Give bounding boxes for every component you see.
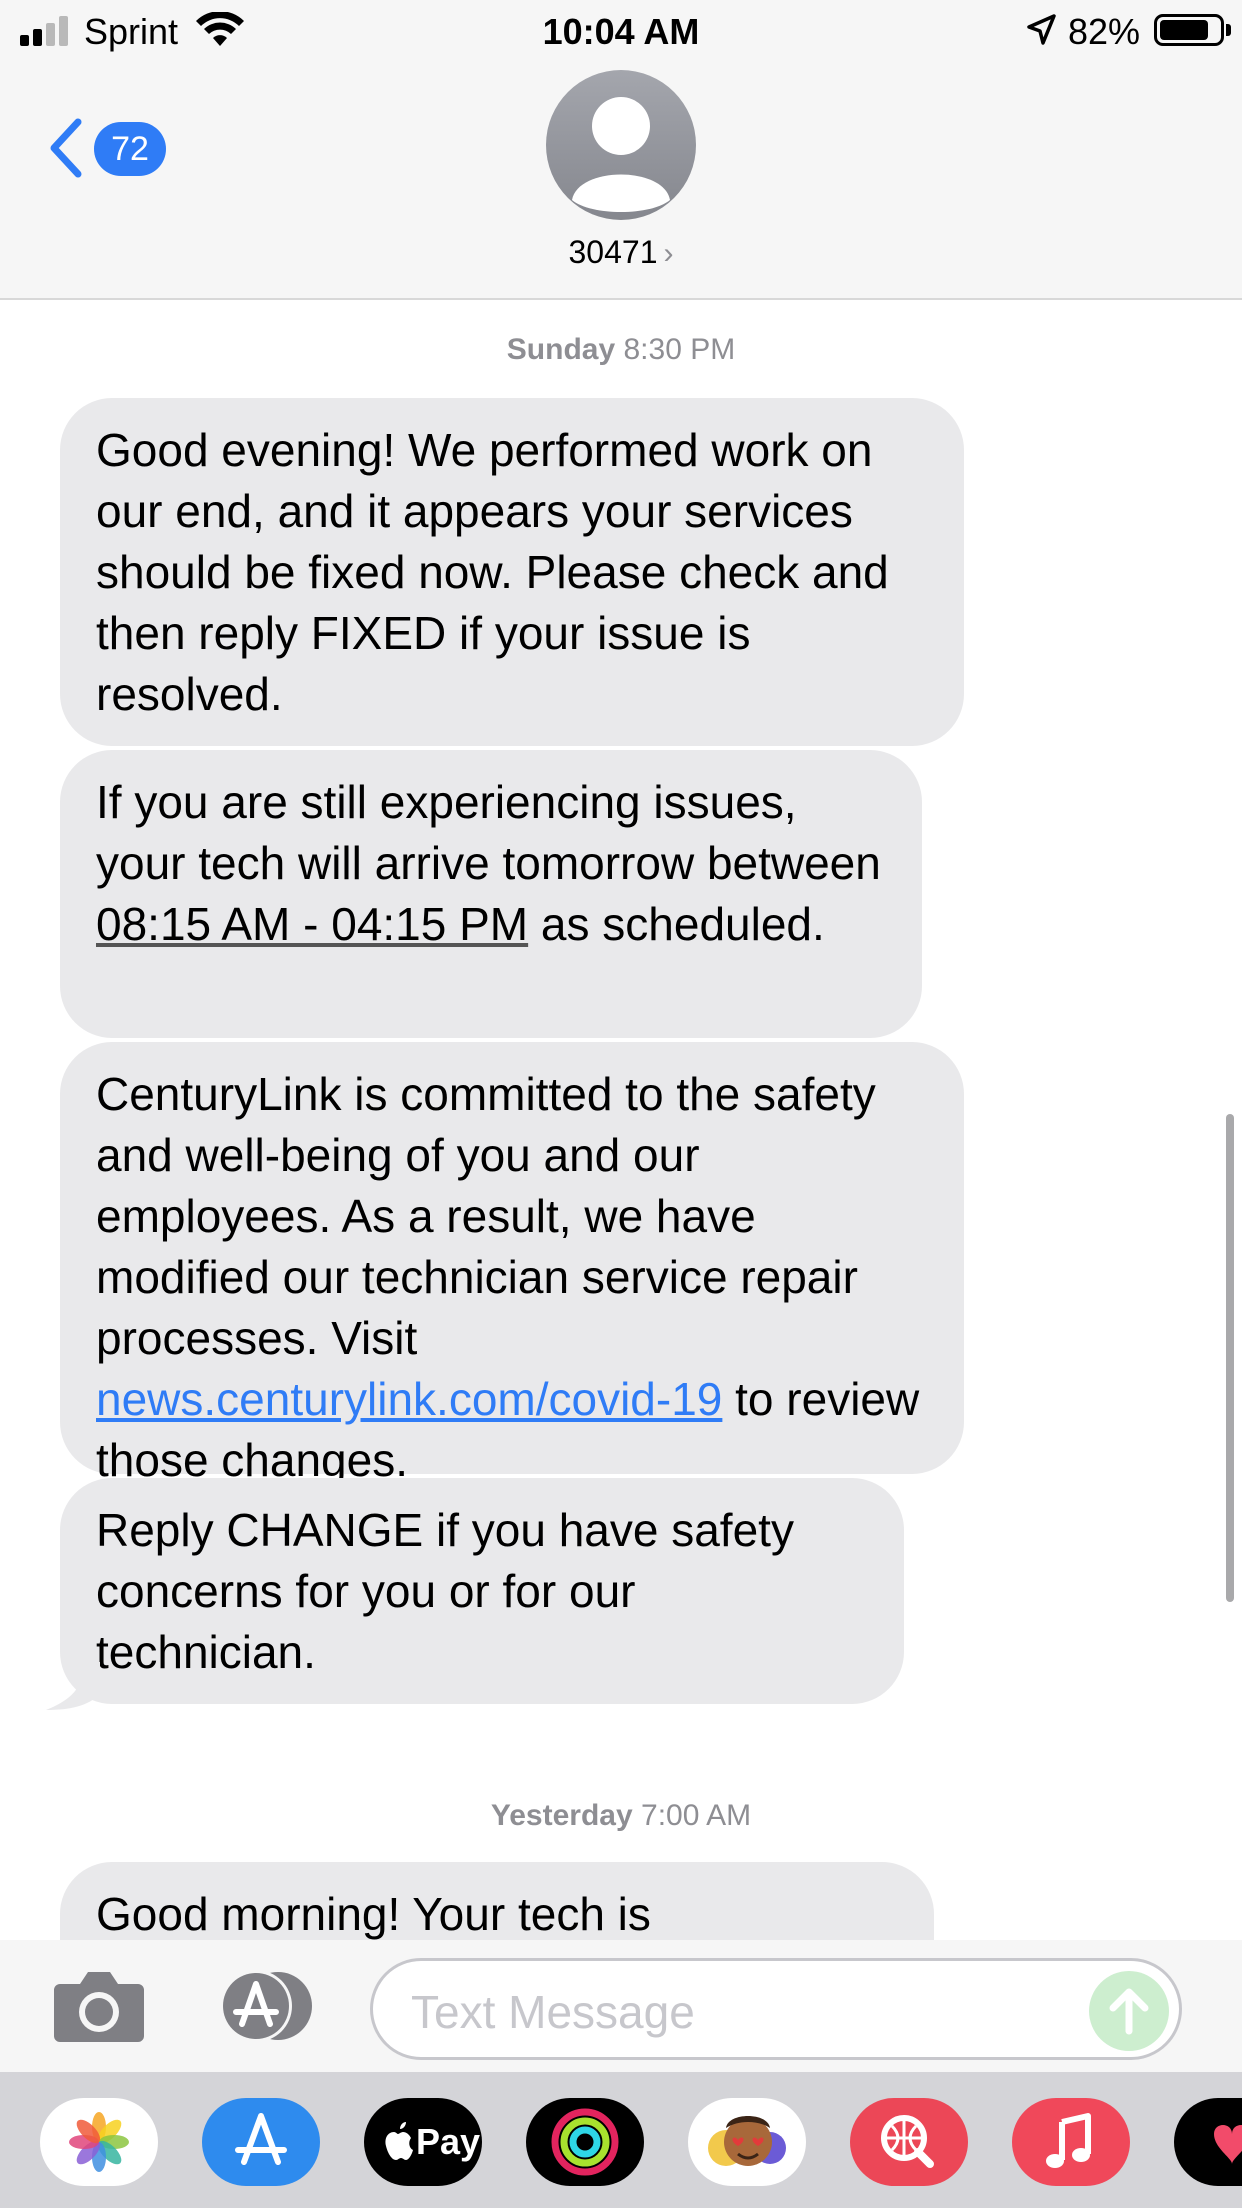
message-placeholder: Text Message — [411, 1986, 695, 2038]
photos-icon[interactable] — [40, 2098, 158, 2186]
battery-percent: 82% — [1068, 11, 1141, 52]
scrollbar[interactable] — [1226, 1114, 1234, 1602]
location-icon — [1027, 14, 1056, 45]
activity-icon[interactable] — [526, 2098, 644, 2186]
unread-count-badge: 72 — [94, 122, 166, 176]
apps-button[interactable] — [210, 1968, 320, 2044]
time-range-link[interactable]: 08:15 AM - 04:15 PM — [96, 898, 528, 950]
battery-icon — [1154, 14, 1224, 46]
message-bubble[interactable]: Good evening! We performed work on our e… — [60, 398, 964, 746]
message-bubble[interactable]: Good morning! Your tech is — [60, 1862, 934, 1940]
message-bubble[interactable]: If you are still experiencing issues, yo… — [60, 750, 922, 1038]
timestamp: Sunday 8:30 PM — [0, 330, 1242, 370]
message-input[interactable]: Text Message — [370, 1958, 1182, 2060]
camera-icon — [54, 1972, 144, 2042]
message-bubble[interactable]: Reply CHANGE if you have safety concerns… — [60, 1478, 904, 1704]
status-bar: Sprint 10:04 AM 82% — [0, 0, 1242, 62]
message-bubble[interactable]: CenturyLink is committed to the safety a… — [60, 1042, 964, 1486]
covid-link[interactable]: news.centurylink.com/covid-19 — [96, 1373, 722, 1425]
message-text: If you are still experiencing issues, yo… — [96, 776, 881, 889]
digital-touch-icon[interactable] — [1174, 2098, 1242, 2186]
conversation-header: 72 30471 › — [0, 62, 1242, 300]
person-avatar-icon[interactable] — [546, 70, 696, 220]
apple-pay-icon[interactable]: Pay — [364, 2098, 482, 2186]
timestamp-time: 7:00 AM — [641, 1799, 752, 1832]
timestamp-day: Sunday — [506, 333, 616, 366]
chevron-left-icon — [50, 118, 82, 178]
send-button[interactable] — [1089, 1971, 1169, 2051]
message-text: as scheduled. — [528, 898, 825, 950]
music-icon[interactable] — [1012, 2098, 1130, 2186]
timestamp-day: Yesterday — [490, 1799, 633, 1832]
apple-pay-label: Pay — [416, 2121, 481, 2162]
contact-name-button[interactable]: 30471 › — [0, 232, 1242, 274]
message-text: Good evening! We performed work on our e… — [96, 424, 889, 720]
timestamp-time: 8:30 PM — [623, 333, 736, 366]
images-search-icon[interactable] — [850, 2098, 968, 2186]
contact-name: 30471 — [568, 234, 658, 270]
memoji-stickers-icon[interactable] — [688, 2098, 806, 2186]
message-text: CenturyLink is committed to the safety a… — [96, 1068, 876, 1364]
back-button[interactable]: 72 — [44, 112, 174, 184]
chevron-right-icon: › — [663, 237, 674, 270]
message-text: Good morning! Your tech is — [96, 1888, 651, 1940]
camera-button[interactable] — [52, 1968, 146, 2044]
message-text: Reply CHANGE if you have safety concerns… — [96, 1504, 794, 1678]
app-store-icon[interactable] — [202, 2098, 320, 2186]
app-store-icon — [220, 1970, 312, 2042]
bubble-tail — [46, 1662, 100, 1710]
send-arrow-icon — [1109, 1988, 1149, 2035]
battery-nub — [1226, 24, 1231, 36]
imessage-app-drawer: Pay — [0, 2072, 1242, 2208]
timestamp: Yesterday 7:00 AM — [0, 1796, 1242, 1836]
input-bar: Text Message — [0, 1940, 1242, 2072]
message-list[interactable]: Sunday 8:30 PM Good evening! We performe… — [0, 300, 1242, 1940]
